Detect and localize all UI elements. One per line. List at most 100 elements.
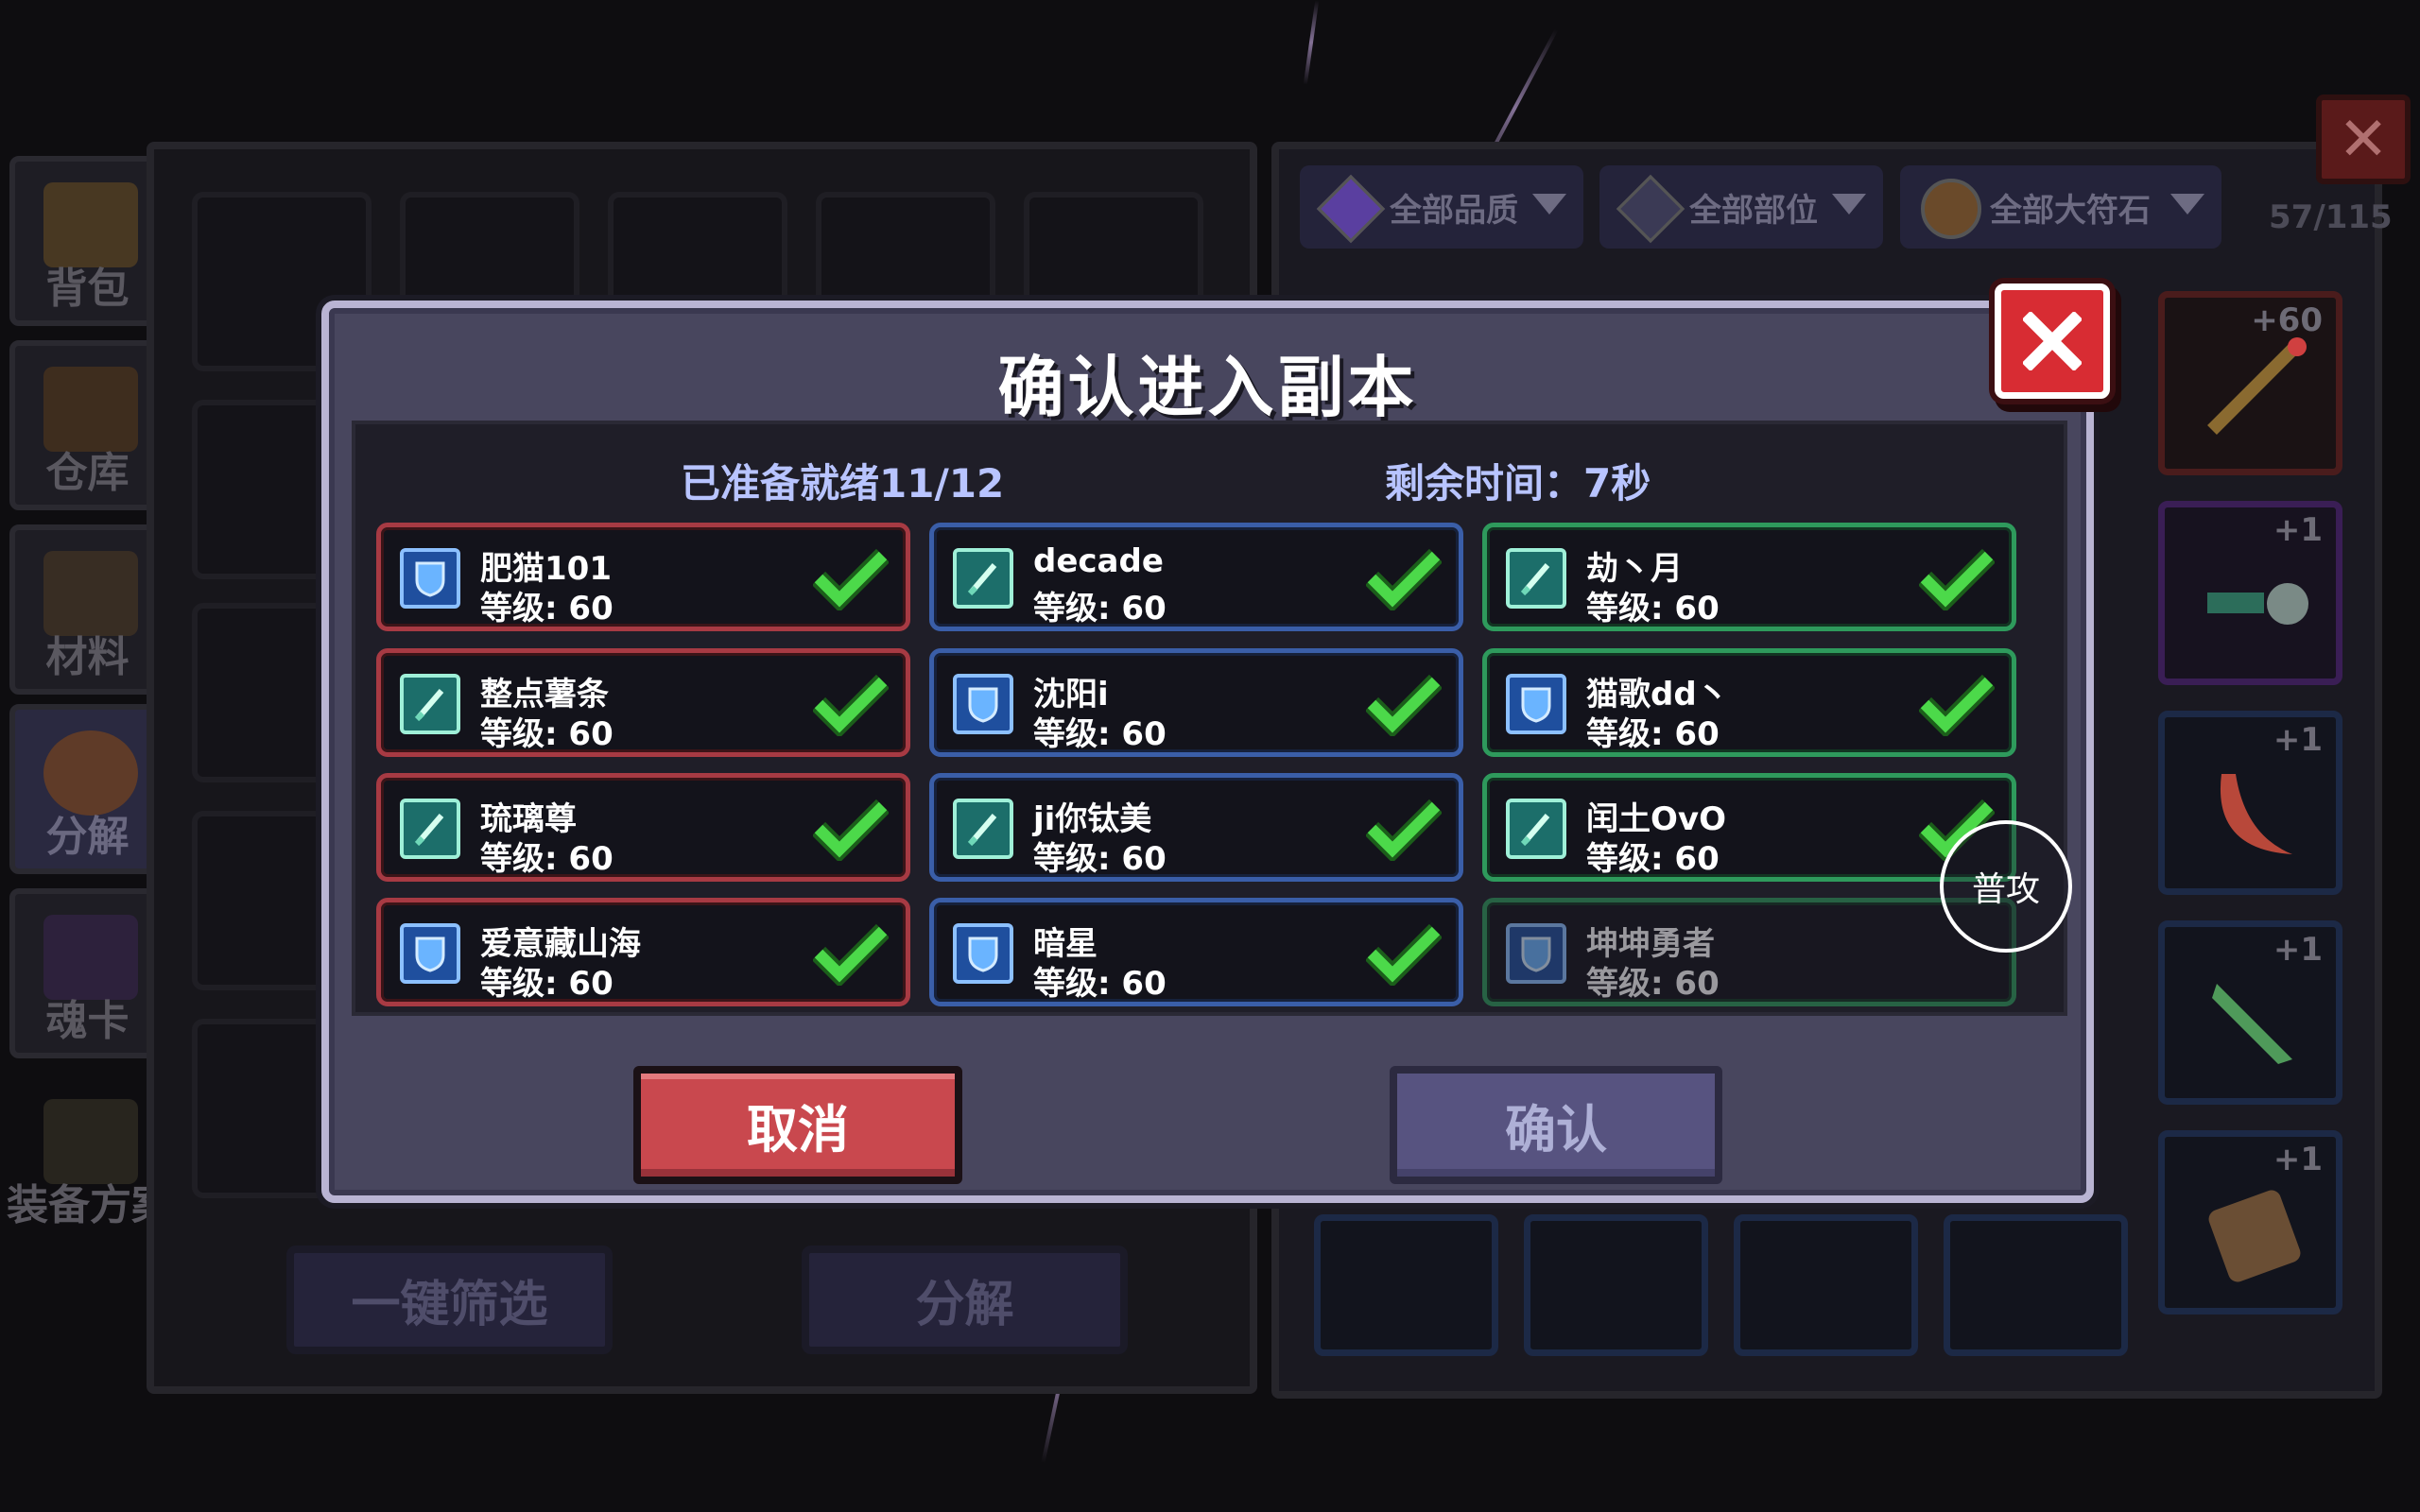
side-tab-materials[interactable]: 材料 [9, 524, 165, 695]
player-level: 等级: 60 [1586, 590, 1720, 627]
attack-button[interactable]: 普攻 [1940, 820, 2072, 953]
player-level: 等级: 60 [480, 590, 614, 627]
player-name: decade [1033, 542, 1164, 580]
quality-filter-label: 全部品质 [1390, 191, 1518, 230]
player-card: 猫歌dd丶 等级: 60 [1482, 648, 2016, 757]
player-level: 等级: 60 [1033, 590, 1167, 627]
particle-streak [1303, 0, 1320, 85]
side-tab-label: 背包 [45, 265, 130, 313]
rune-filter[interactable]: 全部大符石 [1900, 165, 2221, 249]
ready-check-icon [1364, 548, 1443, 613]
panel-close-button[interactable]: ✕ [2316, 94, 2411, 184]
ready-check-icon [1917, 674, 1996, 739]
ready-check-icon [1364, 923, 1443, 988]
ready-check-icon [811, 799, 890, 864]
sword-icon [1506, 799, 1566, 859]
player-card: ji你钛美 等级: 60 [929, 773, 1463, 882]
enhance-level: +1 [2273, 511, 2323, 549]
dialog-title: 确认进入副本 [997, 349, 1418, 426]
player-level: 等级: 60 [480, 715, 614, 753]
slot-filter[interactable]: 全部部位 [1599, 165, 1883, 249]
quality-gem-icon [1316, 174, 1386, 244]
side-tab-warehouse[interactable]: 仓库 [9, 340, 165, 510]
shield-icon [1506, 923, 1566, 984]
inventory-slot[interactable]: +1 [2158, 1130, 2342, 1314]
side-tab-label: 魂卡 [45, 997, 130, 1045]
player-level: 等级: 60 [1586, 965, 1720, 1003]
side-tab-label: 材料 [45, 633, 130, 681]
enhance-level: +1 [2273, 721, 2323, 759]
ready-check-icon [811, 548, 890, 613]
ready-check-icon [811, 923, 890, 988]
inventory-slot[interactable]: +1 [2158, 501, 2342, 685]
inventory-slot[interactable] [1944, 1214, 2128, 1356]
player-level: 等级: 60 [1586, 840, 1720, 878]
dropdown-arrow-icon [2170, 194, 2204, 215]
player-level: 等级: 60 [480, 840, 614, 878]
enhance-level: +1 [2273, 931, 2323, 969]
player-level: 等级: 60 [1033, 840, 1167, 878]
decompose-button[interactable]: 分解 [802, 1246, 1128, 1354]
slot-filter-label: 全部部位 [1689, 191, 1818, 230]
side-tab-label: 仓库 [45, 449, 130, 497]
inventory-slot[interactable]: +60 [2158, 291, 2342, 475]
side-tab-backpack[interactable]: 背包 [9, 156, 165, 326]
cancel-button[interactable]: 取消 [633, 1066, 962, 1184]
shield-icon [1506, 674, 1566, 734]
player-card: 爱意藏山海 等级: 60 [376, 898, 910, 1006]
remaining-time: 剩余时间：7秒 [1385, 460, 1651, 507]
sword-icon [400, 799, 460, 859]
player-card: 坤坤勇者 等级: 60 [1482, 898, 2016, 1006]
inventory-slot[interactable] [1524, 1214, 1708, 1356]
side-tab-decompose[interactable]: 分解 [9, 704, 165, 874]
player-level: 等级: 60 [480, 965, 614, 1003]
player-level: 等级: 60 [1586, 715, 1720, 753]
chest-armor-icon [2208, 1190, 2301, 1282]
player-card: decade 等级: 60 [929, 523, 1463, 631]
staff-icon [2207, 337, 2307, 435]
inventory-slot[interactable]: +1 [2158, 711, 2342, 895]
dropdown-arrow-icon [1532, 194, 1566, 215]
green-blade-icon [2212, 984, 2292, 1064]
ready-status: 已准备就绪11/12 [681, 460, 1005, 507]
player-card: 劫丶月 等级: 60 [1482, 523, 2016, 631]
ready-check-icon [1917, 548, 1996, 613]
player-card: 沈阳i 等级: 60 [929, 648, 1463, 757]
sword-icon [400, 674, 460, 734]
player-level: 等级: 60 [1033, 715, 1167, 753]
inventory-slot[interactable] [1734, 1214, 1918, 1356]
player-card: 肥猫101 等级: 60 [376, 523, 910, 631]
close-icon [2023, 312, 2082, 370]
sword-icon [953, 799, 1013, 859]
side-tab-label: 分解 [45, 813, 130, 861]
gun-icon [2207, 583, 2308, 625]
confirm-button[interactable]: 确认 [1390, 1066, 1722, 1184]
inventory-count: 57/115 [2269, 198, 2393, 236]
side-tab-soul-card[interactable]: 魂卡 [9, 888, 165, 1058]
shield-icon [953, 674, 1013, 734]
shield-icon [400, 923, 460, 984]
sword-icon [953, 548, 1013, 609]
player-card: 闰土OvO 等级: 60 [1482, 773, 2016, 882]
player-card: 整点薯条 等级: 60 [376, 648, 910, 757]
one-click-filter-button[interactable]: 一键筛选 [286, 1246, 613, 1354]
ready-check-icon [1364, 799, 1443, 864]
slot-gem-icon [1616, 174, 1685, 244]
inventory-slot[interactable]: +1 [2158, 920, 2342, 1105]
enhance-level: +1 [2273, 1141, 2323, 1178]
ready-check-icon [1364, 674, 1443, 739]
dropdown-arrow-icon [1832, 194, 1866, 215]
enhance-level: +60 [2251, 301, 2323, 339]
shield-icon [400, 548, 460, 609]
quality-filter[interactable]: 全部品质 [1300, 165, 1583, 249]
crescent-blade-icon [2220, 774, 2292, 854]
player-level: 等级: 60 [1033, 965, 1167, 1003]
rune-icon [1921, 179, 1981, 239]
ready-check-icon [811, 674, 890, 739]
player-card: 琉璃尊 等级: 60 [376, 773, 910, 882]
player-card: 暗星 等级: 60 [929, 898, 1463, 1006]
close-button[interactable] [1995, 284, 2110, 399]
rune-filter-label: 全部大符石 [1990, 191, 2151, 230]
shield-icon [953, 923, 1013, 984]
inventory-slot[interactable] [1314, 1214, 1498, 1356]
